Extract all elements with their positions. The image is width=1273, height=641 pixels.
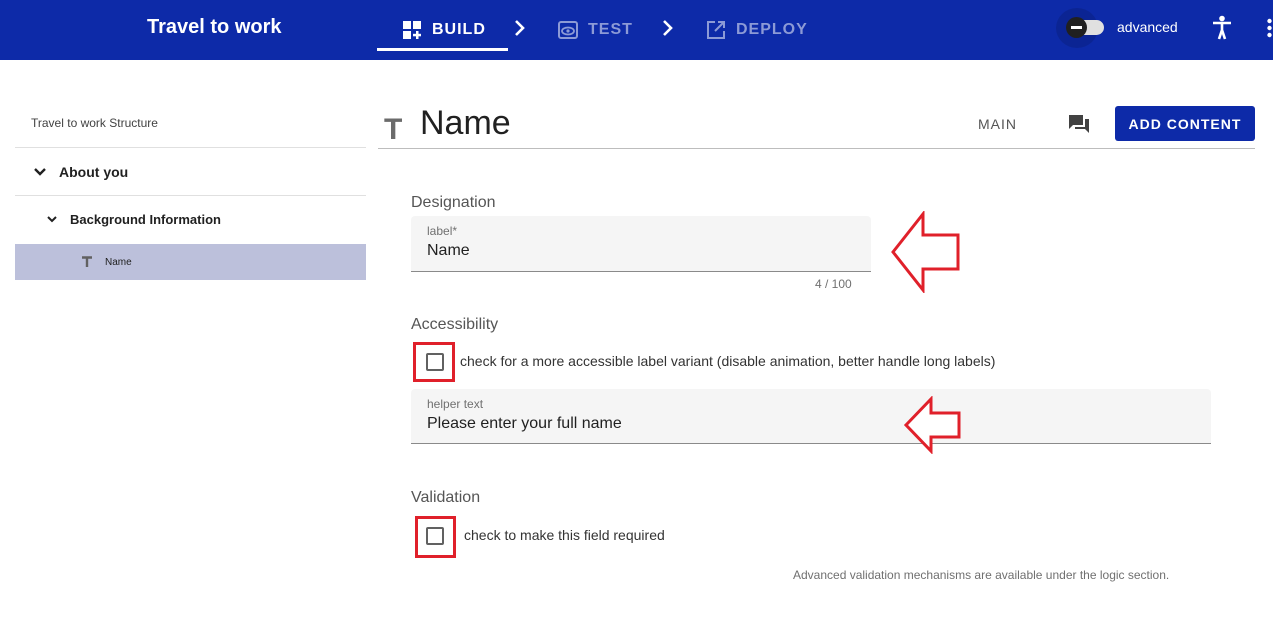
build-icon — [403, 21, 421, 39]
active-step-indicator — [377, 48, 508, 51]
label-field-caption: label* — [427, 224, 458, 238]
validation-hint: Advanced validation mechanisms are avail… — [793, 568, 1170, 582]
tree-item-label: Name — [105, 256, 132, 268]
section-title-accessibility: Accessibility — [411, 316, 499, 333]
page-title: Name — [420, 104, 511, 142]
accessible-label-checkbox[interactable] — [426, 353, 444, 371]
step-test-label: TEST — [588, 21, 633, 38]
section-title-designation: Designation — [411, 194, 496, 211]
chevron-down-icon[interactable] — [33, 167, 47, 177]
chevron-right-icon — [663, 20, 673, 36]
comments-icon[interactable] — [1068, 113, 1090, 135]
chevron-right-icon — [515, 20, 525, 36]
helper-text-value[interactable]: Please enter your full name — [427, 415, 622, 433]
step-build[interactable]: BUILD — [402, 16, 486, 44]
character-counter: 4 / 100 — [815, 277, 852, 291]
text-type-icon: T — [384, 113, 403, 146]
more-vert-icon[interactable] — [1266, 18, 1273, 38]
step-deploy[interactable]: DEPLOY — [706, 16, 808, 44]
add-content-button[interactable]: ADD CONTENT — [1115, 106, 1255, 141]
open-in-new-icon — [707, 21, 725, 39]
helper-text-field[interactable]: helper text Please enter your full name — [411, 389, 1211, 444]
helper-text-caption: helper text — [427, 397, 484, 411]
accessible-label-checkbox-label: check for a more accessible label varian… — [460, 353, 996, 369]
label-field-value[interactable]: Name — [427, 242, 470, 260]
accessibility-icon[interactable] — [1211, 15, 1233, 41]
step-deploy-label: DEPLOY — [736, 21, 808, 38]
required-checkbox[interactable] — [426, 527, 444, 545]
label-field[interactable]: label* Name — [411, 216, 871, 272]
chevron-down-icon[interactable] — [46, 215, 58, 224]
tree-item-background-information[interactable]: Background Information — [15, 196, 366, 243]
advanced-label: advanced — [1117, 19, 1178, 35]
tree-item-about-you[interactable]: About you — [15, 148, 366, 195]
app-bar: Travel to work BUILD TEST DEPLOY advance… — [0, 0, 1273, 60]
eye-icon — [558, 21, 578, 39]
section-title-validation: Validation — [411, 489, 481, 506]
step-build-label: BUILD — [432, 21, 486, 38]
tree-item-name[interactable]: Name — [15, 244, 366, 280]
toggle-thumb[interactable] — [1066, 17, 1087, 38]
tree-item-label: Background Information — [70, 212, 221, 227]
arrow-left-annotation — [891, 211, 960, 293]
arrow-left-annotation — [904, 396, 961, 454]
app-title: Travel to work — [147, 16, 282, 38]
tab-main[interactable]: MAIN — [978, 116, 1017, 132]
sidebar-title: Travel to work Structure — [31, 116, 158, 130]
text-type-icon — [82, 256, 92, 267]
required-checkbox-label: check to make this field required — [464, 527, 665, 543]
tree-item-label: About you — [59, 163, 129, 180]
step-test[interactable]: TEST — [558, 16, 633, 44]
